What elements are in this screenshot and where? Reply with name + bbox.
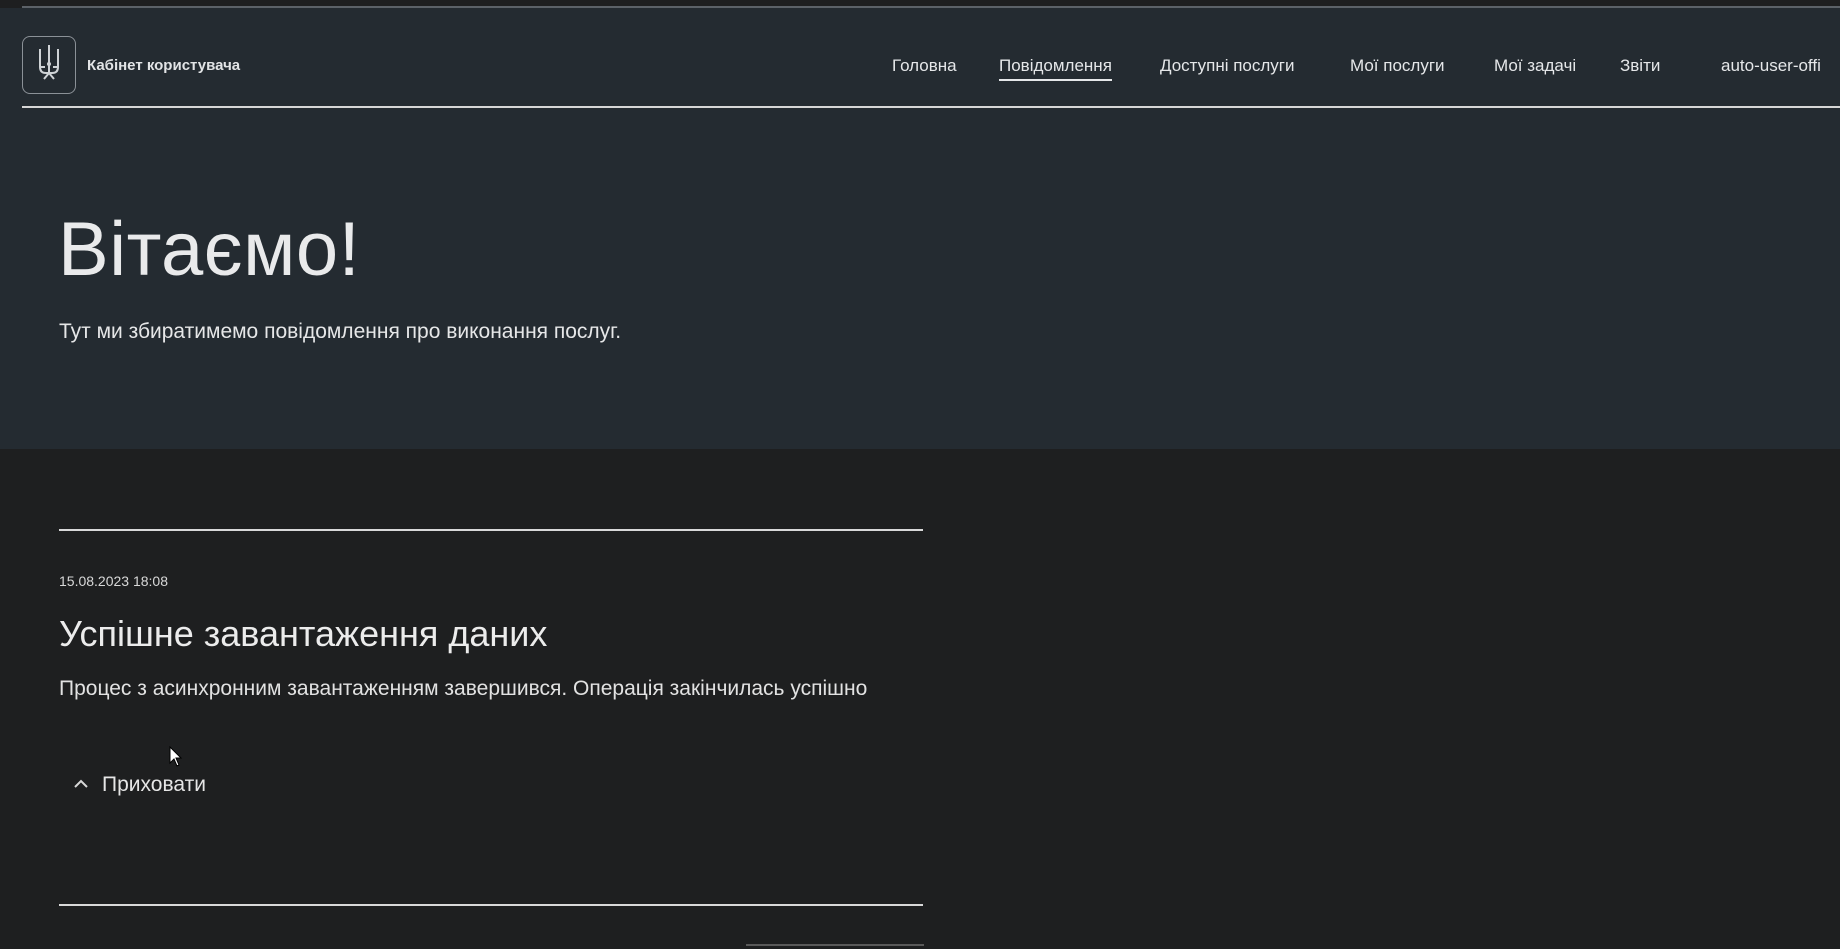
message-top-divider — [59, 529, 923, 531]
horizontal-scrollbar[interactable] — [746, 944, 924, 946]
hide-toggle-label: Приховати — [102, 773, 206, 796]
nav-item-available-services[interactable]: Доступні послуги — [1160, 56, 1295, 76]
nav-item-home[interactable]: Головна — [892, 56, 957, 76]
message-bottom-divider — [59, 904, 923, 906]
nav-item-user[interactable]: auto-user-offi — [1721, 56, 1821, 76]
header: Кабінет користувача Головна Повідомлення… — [0, 8, 1840, 110]
main-nav: Головна Повідомлення Доступні послуги Мо… — [0, 56, 1840, 81]
message-title: Успішне завантаження даних — [59, 613, 548, 654]
nav-item-reports[interactable]: Звіти — [1620, 56, 1660, 76]
hero: Вітаємо! Тут ми збиратимемо повідомлення… — [0, 108, 1840, 449]
nav-item-my-services[interactable]: Мої послуги — [1350, 56, 1445, 76]
messages-section: 15.08.2023 18:08 Успішне завантаження да… — [0, 449, 1840, 949]
chevron-up-icon — [72, 776, 90, 794]
message-body: Процес з асинхронним завантаженням завер… — [59, 677, 868, 700]
mouse-pointer-icon — [169, 745, 183, 773]
hide-toggle-button[interactable]: Приховати — [72, 773, 206, 797]
page-title: Вітаємо! — [58, 207, 361, 292]
nav-item-my-tasks[interactable]: Мої задачі — [1494, 56, 1576, 76]
message-date: 15.08.2023 18:08 — [59, 573, 168, 589]
nav-item-messages[interactable]: Повідомлення — [999, 56, 1112, 81]
page-subtitle: Тут ми збиратимемо повідомлення про вико… — [59, 320, 622, 343]
